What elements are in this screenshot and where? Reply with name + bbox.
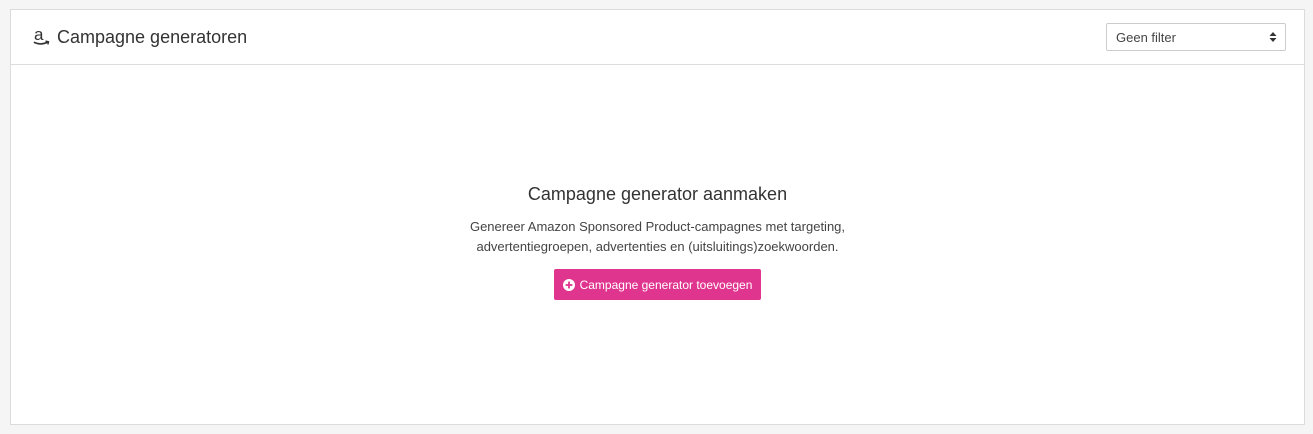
page-title: Campagne generatoren — [57, 26, 248, 47]
panel-header: a Campagne generatoren Geen filter — [11, 10, 1304, 65]
empty-state: Campagne generator aanmaken Genereer Ama… — [11, 184, 1304, 300]
sort-updown-icon — [1269, 31, 1277, 43]
empty-state-description: Genereer Amazon Sponsored Product-campag… — [448, 217, 868, 257]
header-left: a Campagne generatoren — [33, 25, 248, 48]
svg-text:a: a — [34, 26, 44, 44]
add-campaign-generator-label: Campagne generator toevoegen — [579, 277, 753, 292]
filter-select-value: Geen filter — [1116, 29, 1176, 45]
empty-state-description-line-1: Genereer Amazon Sponsored Product-campag… — [469, 219, 846, 234]
campaign-generators-panel: a Campagne generatoren Geen filter Campa… — [10, 9, 1305, 425]
empty-state-description-line-2: advertentiegroepen, advertenties en (uit… — [476, 239, 839, 254]
add-campaign-generator-button[interactable]: Campagne generator toevoegen — [553, 269, 762, 300]
plus-circle-icon — [562, 278, 575, 291]
empty-state-title: Campagne generator aanmaken — [527, 184, 788, 204]
amazon-icon: a — [33, 25, 51, 46]
filter-select[interactable]: Geen filter — [1106, 23, 1286, 51]
